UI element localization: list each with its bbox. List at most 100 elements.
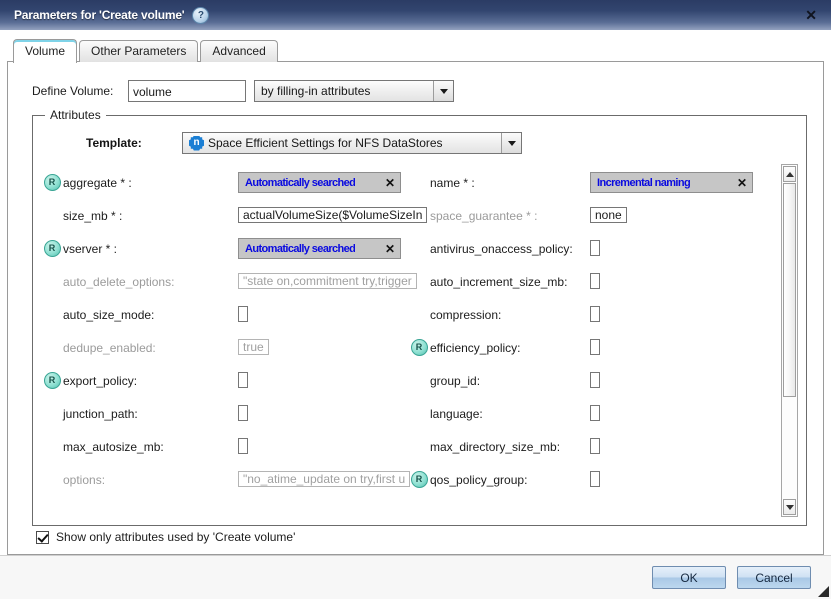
attribute-value-input[interactable]: none [590, 207, 627, 223]
chip-remove-icon[interactable]: ✕ [381, 243, 395, 255]
chip-label: Automatically searched [245, 177, 355, 189]
attribute-value-chip[interactable]: Incremental naming ✕ [590, 172, 753, 193]
attribute-label: language: [430, 407, 590, 421]
template-label: Template: [86, 136, 182, 150]
show-only-attributes-row[interactable]: Show only attributes used by 'Create vol… [36, 530, 809, 544]
attribute-value-input[interactable] [590, 306, 600, 322]
attribute-label: junction_path: [63, 407, 238, 421]
attribute-row: junction_path: [41, 397, 408, 430]
attribute-row: dedupe_enabled: true [41, 331, 408, 364]
required-r-icon: R [44, 174, 61, 191]
attribute-row: max_directory_size_mb: [408, 430, 775, 463]
chip-remove-icon[interactable]: ✕ [381, 177, 395, 189]
dialog-title: Parameters for 'Create volume' [14, 8, 184, 22]
attribute-label: dedupe_enabled: [63, 341, 238, 355]
tab-other-parameters-label: Other Parameters [91, 44, 186, 58]
triangle-down-icon [786, 505, 794, 510]
template-dropdown[interactable]: n Space Efficient Settings for NFS DataS… [182, 132, 522, 154]
ok-button[interactable]: OK [652, 566, 726, 589]
chip-label: Incremental naming [597, 177, 690, 189]
attribute-value-text: "no_atime_update on try,first u [243, 472, 405, 486]
attribute-row: max_autosize_mb: [41, 430, 408, 463]
attribute-value-input[interactable]: actualVolumeSize($VolumeSizeIn [238, 207, 427, 223]
required-r-slot: R [408, 339, 430, 356]
attribute-row: Rqos_policy_group: [408, 463, 775, 496]
attribute-value-input[interactable] [590, 240, 600, 256]
attribute-value-input[interactable] [590, 372, 600, 388]
attribute-label: efficiency_policy: [430, 341, 590, 355]
attribute-row: Raggregate * :Automatically searched✕ [41, 166, 408, 199]
required-r-icon: R [411, 339, 428, 356]
attribute-label: name * : [430, 176, 590, 190]
template-value: Space Efficient Settings for NFS DataSto… [208, 133, 443, 153]
scroll-track[interactable] [783, 183, 796, 498]
chevron-down-icon[interactable] [501, 133, 521, 153]
chip-label: Automatically searched [245, 243, 355, 255]
attribute-label: auto_delete_options: [63, 275, 238, 289]
attribute-value-text: true [243, 340, 264, 354]
attribute-value-text: none [595, 208, 622, 222]
tab-advanced[interactable]: Advanced [200, 40, 277, 62]
attribute-value-input[interactable]: "state on,commitment try,trigger [238, 273, 417, 289]
tab-volume[interactable]: Volume [13, 39, 77, 63]
attribute-label: max_autosize_mb: [63, 440, 238, 454]
required-r-slot: R [41, 174, 63, 191]
attribute-row: compression: [408, 298, 775, 331]
attribute-value-input[interactable] [590, 273, 600, 289]
attribute-row: space_guarantee * : none [408, 199, 775, 232]
dialog-footer: OK Cancel [0, 555, 831, 599]
tab-bar: Volume Other Parameters Advanced [7, 39, 824, 62]
required-r-slot: R [41, 240, 63, 257]
scroll-up-button[interactable] [783, 166, 796, 182]
attribute-value-chip[interactable]: Automatically searched ✕ [238, 172, 401, 193]
attribute-value-chip[interactable]: Automatically searched ✕ [238, 238, 401, 259]
volume-tab-panel: Define Volume: volume by filling-in attr… [7, 62, 824, 555]
attribute-value-input[interactable] [590, 339, 600, 355]
attribute-value-input[interactable] [238, 438, 248, 454]
chip-remove-icon[interactable]: ✕ [733, 177, 747, 189]
attribute-value-input[interactable] [590, 438, 600, 454]
define-mode-dropdown[interactable]: by filling-in attributes [254, 80, 454, 102]
required-r-icon: R [44, 372, 61, 389]
attribute-label: compression: [430, 308, 590, 322]
chevron-down-icon[interactable] [433, 81, 453, 101]
attributes-group: Attributes Template: n Space Efficient S… [32, 115, 807, 526]
attribute-row: Rvserver * :Automatically searched✕ [41, 232, 408, 265]
attribute-row: group_id: [408, 364, 775, 397]
attributes-vertical-scrollbar[interactable] [781, 164, 798, 517]
netapp-n-gear-icon: n [189, 136, 204, 151]
attribute-value-input[interactable] [590, 405, 600, 421]
attribute-value-input[interactable]: "no_atime_update on try,first u [238, 471, 410, 487]
triangle-up-icon [786, 172, 794, 177]
attribute-value-text: "state on,commitment try,trigger [243, 274, 412, 288]
scroll-thumb[interactable] [783, 183, 796, 397]
tab-advanced-label: Advanced [212, 44, 265, 58]
attribute-label: auto_increment_size_mb: [430, 275, 590, 289]
attribute-label: space_guarantee * : [430, 209, 590, 223]
attribute-value-input[interactable] [238, 372, 248, 388]
attribute-value-input[interactable] [590, 471, 600, 487]
attribute-row: auto_size_mode: [41, 298, 408, 331]
show-only-attributes-checkbox[interactable] [36, 531, 49, 544]
attribute-value-input[interactable]: true [238, 339, 269, 355]
close-icon[interactable]: ✕ [801, 6, 821, 24]
attribute-value-input[interactable] [238, 306, 248, 322]
attribute-row: antivirus_onaccess_policy: [408, 232, 775, 265]
define-mode-value: by filling-in attributes [255, 81, 433, 101]
scroll-down-button[interactable] [783, 499, 796, 515]
attribute-row: size_mb * :actualVolumeSize($VolumeSizeI… [41, 199, 408, 232]
help-icon[interactable]: ? [192, 7, 209, 24]
attributes-scroll-area: Raggregate * :Automatically searched✕nam… [41, 164, 798, 517]
resize-grip-icon[interactable] [817, 585, 829, 597]
attribute-row: Rexport_policy: [41, 364, 408, 397]
dialog-body: Volume Other Parameters Advanced Define … [0, 30, 831, 555]
attribute-value-text: actualVolumeSize($VolumeSizeIn [243, 208, 422, 222]
attribute-label: max_directory_size_mb: [430, 440, 590, 454]
attribute-label: group_id: [430, 374, 590, 388]
tab-other-parameters[interactable]: Other Parameters [79, 40, 198, 62]
volume-name-input[interactable]: volume [128, 80, 246, 102]
cancel-button[interactable]: Cancel [737, 566, 811, 589]
attribute-value-input[interactable] [238, 405, 248, 421]
attributes-grid: Raggregate * :Automatically searched✕nam… [41, 164, 775, 496]
attribute-label: options: [63, 473, 238, 487]
